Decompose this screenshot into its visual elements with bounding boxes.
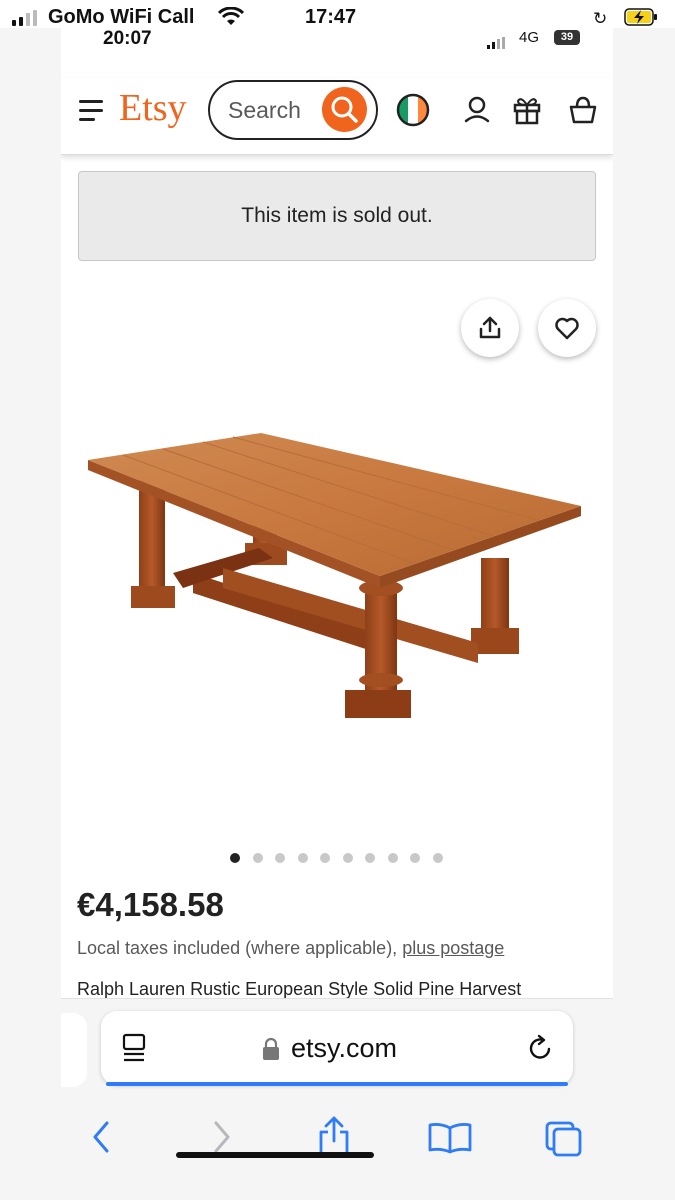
share-icon (479, 316, 501, 339)
share-button[interactable] (461, 299, 519, 357)
carousel-dot[interactable] (320, 853, 330, 863)
search-input[interactable]: Search (208, 80, 378, 140)
margin-right (613, 28, 675, 1200)
tax-note: Local taxes included (where applicable),… (77, 938, 504, 959)
tax-text: Local taxes included (where applicable), (77, 938, 403, 958)
inner-status-bar: 20:07 4G 39 (61, 28, 613, 64)
inner-signal-icon (487, 37, 509, 49)
gift-icon[interactable] (509, 92, 545, 128)
carousel-dot[interactable] (230, 853, 240, 863)
back-icon[interactable] (87, 1119, 117, 1155)
search-button[interactable] (322, 87, 367, 132)
home-indicator[interactable] (176, 1152, 374, 1158)
browser-toolbar: etsy.com (61, 998, 613, 1200)
wifi-icon (218, 7, 244, 25)
tabs-icon[interactable] (543, 1119, 585, 1159)
carousel-dot[interactable] (365, 853, 375, 863)
etsy-header: Etsy Search (61, 78, 613, 155)
cellular-signal-icon (12, 10, 38, 26)
forward-icon[interactable] (206, 1119, 236, 1155)
menu-icon[interactable] (79, 100, 105, 122)
sold-out-notice: This item is sold out. (78, 171, 596, 261)
carousel-dot[interactable] (410, 853, 420, 863)
search-icon (331, 96, 358, 123)
reload-icon[interactable] (525, 1033, 555, 1063)
page-load-progress (106, 1082, 568, 1086)
bookmarks-icon[interactable] (427, 1121, 473, 1155)
carousel-dot[interactable] (275, 853, 285, 863)
address-bar[interactable]: etsy.com (101, 1011, 573, 1085)
share-icon[interactable] (316, 1115, 352, 1157)
embedded-screenshot: 20:07 4G 39 Etsy Search This item is sol… (61, 28, 613, 1200)
carousel-dot[interactable] (297, 853, 308, 863)
etsy-logo[interactable]: Etsy (119, 86, 187, 130)
status-time: 17:47 (305, 6, 357, 28)
network-type: 4G (519, 29, 540, 46)
cart-icon[interactable] (565, 92, 601, 128)
account-icon[interactable] (459, 92, 495, 128)
lock-icon (263, 1037, 279, 1060)
rotation-lock-icon: ↻ (593, 9, 608, 28)
page-menu-icon[interactable] (121, 1033, 149, 1063)
carousel-dot[interactable] (252, 853, 263, 863)
url-text[interactable]: etsy.com (291, 1033, 397, 1064)
margin-left (0, 28, 61, 1200)
heart-icon (555, 317, 579, 340)
product-image[interactable] (83, 398, 593, 718)
carousel-dot[interactable] (432, 853, 443, 863)
carousel-dot[interactable] (342, 853, 353, 863)
previous-tab-peek[interactable] (61, 1013, 87, 1087)
inner-battery: 39 (554, 30, 580, 45)
inner-status-time: 20:07 (103, 28, 152, 49)
ireland-flag-icon[interactable] (395, 92, 431, 128)
search-placeholder: Search (228, 97, 301, 123)
battery-charging-icon (624, 8, 657, 26)
carousel-dot[interactable] (387, 853, 398, 863)
listing-title: Ralph Lauren Rustic European Style Solid… (77, 979, 522, 999)
listing-price: €4,158.58 (77, 886, 224, 923)
favorite-button[interactable] (538, 299, 596, 357)
postage-link[interactable]: plus postage (402, 938, 504, 958)
carrier-name: GoMo WiFi Call (48, 6, 195, 28)
